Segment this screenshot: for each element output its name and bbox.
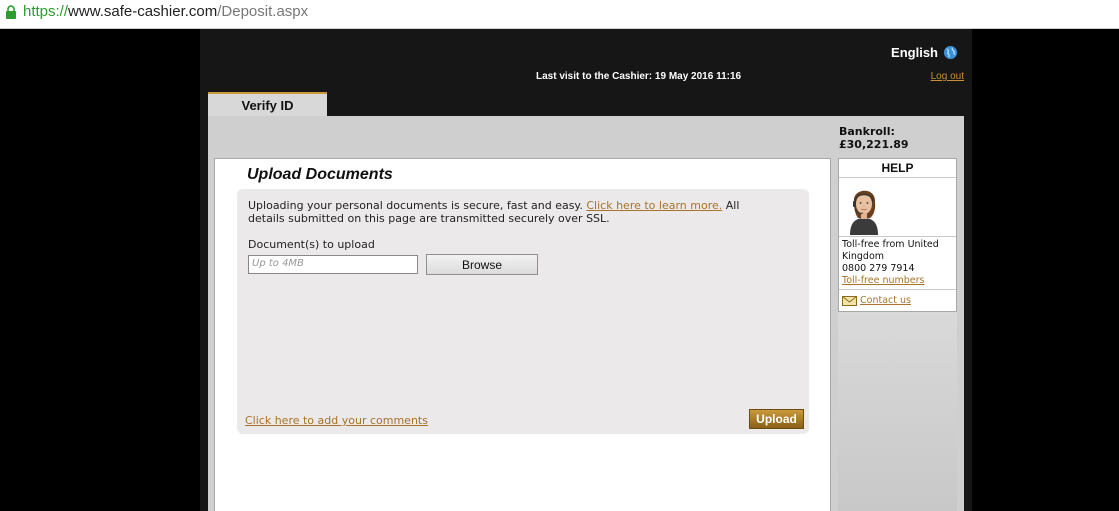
main-panel: Upload Documents Uploading your personal… bbox=[214, 158, 831, 511]
tollfree-numbers-link[interactable]: Toll-free numbers bbox=[842, 275, 956, 287]
contact-us[interactable]: Contact us bbox=[842, 295, 911, 306]
help-title: HELP bbox=[839, 159, 956, 178]
bankroll: Bankroll: £30,221.89 bbox=[839, 125, 909, 151]
help-divider bbox=[839, 236, 956, 237]
logout-link[interactable]: Log out bbox=[931, 71, 964, 82]
content-area: Bankroll: £30,221.89 Upload Documents Up… bbox=[208, 116, 964, 511]
help-divider bbox=[839, 289, 956, 290]
documents-label: Document(s) to upload bbox=[248, 238, 375, 251]
language-selector[interactable]: English bbox=[891, 45, 958, 60]
url-path: /Deposit.aspx bbox=[217, 3, 309, 20]
last-visit-text: Last visit to the Cashier: 19 May 2016 1… bbox=[536, 71, 742, 82]
contact-us-link[interactable]: Contact us bbox=[860, 295, 911, 306]
page-background: English Last visit to the Cashier: 19 Ma… bbox=[0, 29, 1119, 511]
url-text[interactable]: https://www.safe-cashier.com/Deposit.asp… bbox=[23, 3, 308, 20]
lock-icon bbox=[6, 5, 16, 19]
intro-sentence: Uploading your personal documents is sec… bbox=[248, 199, 583, 212]
help-box: HELP Toll-free from United Kingdom 0800 … bbox=[838, 158, 957, 312]
learn-more-link[interactable]: Click here to learn more. bbox=[586, 199, 722, 212]
url-scheme: https:// bbox=[23, 3, 69, 20]
globe-icon bbox=[943, 45, 958, 60]
upload-form: Uploading your personal documents is sec… bbox=[237, 189, 809, 434]
tollfree-label: Toll-free from United Kingdom bbox=[842, 239, 939, 262]
browser-address-bar[interactable]: https://www.safe-cashier.com/Deposit.asp… bbox=[0, 0, 1119, 29]
tab-verify-id[interactable]: Verify ID bbox=[208, 92, 327, 117]
tollfree-info: Toll-free from United Kingdom 0800 279 7… bbox=[842, 239, 956, 287]
upload-button[interactable]: Upload bbox=[749, 409, 804, 429]
cashier-window: English Last visit to the Cashier: 19 Ma… bbox=[200, 29, 972, 511]
browse-button[interactable]: Browse bbox=[426, 254, 538, 275]
page-title: Upload Documents bbox=[247, 166, 393, 183]
intro-text: Uploading your personal documents is sec… bbox=[248, 199, 778, 225]
url-host: www.safe-cashier.com bbox=[68, 3, 218, 20]
add-comments-link[interactable]: Click here to add your comments bbox=[245, 414, 428, 427]
support-agent-icon bbox=[842, 180, 886, 235]
sidebar: HELP Toll-free from United Kingdom 0800 … bbox=[838, 158, 957, 511]
phone-number: 0800 279 7914 bbox=[842, 263, 915, 274]
envelope-icon bbox=[842, 295, 857, 306]
bankroll-label: Bankroll: bbox=[839, 125, 895, 138]
bankroll-value: £30,221.89 bbox=[839, 138, 909, 151]
file-input[interactable]: Up to 4MB bbox=[248, 255, 418, 274]
language-label: English bbox=[891, 45, 938, 60]
